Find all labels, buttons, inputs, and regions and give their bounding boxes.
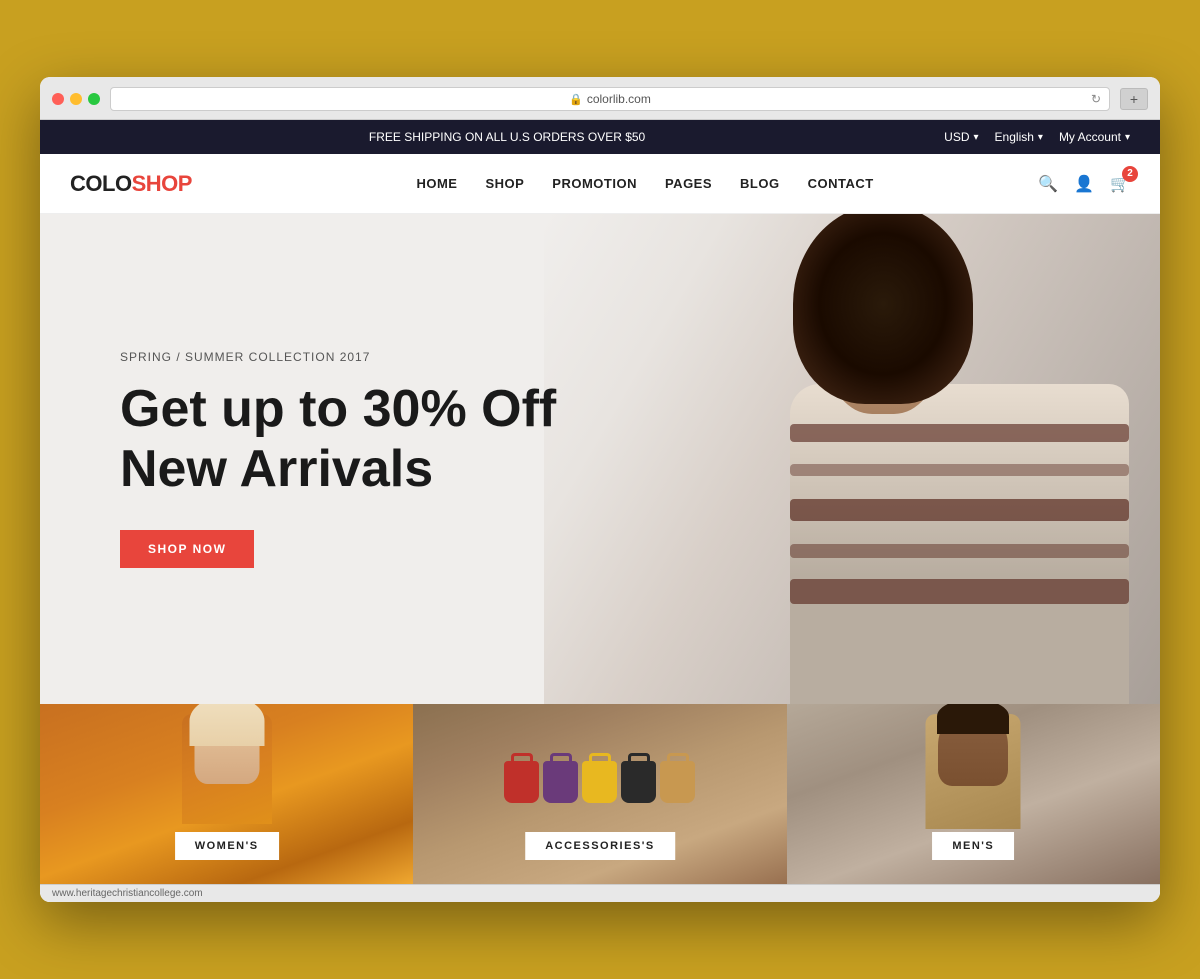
nav-links: HOME SHOP PROMOTION PAGES BLOG CONTACT <box>252 176 1038 191</box>
stripe-5 <box>790 579 1129 604</box>
url-text: colorlib.com <box>587 92 651 106</box>
promo-text: FREE SHIPPING ON ALL U.S ORDERS OVER $50 <box>369 130 645 144</box>
currency-chevron-icon: ▾ <box>974 132 979 143</box>
accessories-label-text: ACCESSORIES'S <box>545 840 655 852</box>
hero-title-line1: Get up to 30% Off <box>120 380 556 438</box>
status-bar: www.heritagechristiancollege.com <box>40 884 1160 902</box>
hero-title: Get up to 30% Off New Arrivals <box>120 380 556 500</box>
womens-hair <box>189 704 264 746</box>
nav-blog[interactable]: BLOG <box>740 176 780 191</box>
logo-colo: COLO <box>70 171 132 196</box>
new-tab-button[interactable]: + <box>1120 88 1148 110</box>
bag-red <box>504 761 539 803</box>
account-menu[interactable]: My Account ▾ <box>1059 130 1130 144</box>
cart-icon[interactable]: 🛒 2 <box>1110 174 1130 194</box>
bag-tan <box>660 761 695 803</box>
top-banner-right: USD ▾ English ▾ My Account ▾ <box>944 130 1130 144</box>
language-chevron-icon: ▾ <box>1038 132 1043 143</box>
main-navigation: COLOSHOP HOME SHOP PROMOTION PAGES BLOG … <box>40 154 1160 214</box>
status-url: www.heritagechristiancollege.com <box>52 888 203 899</box>
address-bar[interactable]: 🔒 colorlib.com ↻ <box>110 87 1110 111</box>
hero-section: SPRING / SUMMER COLLECTION 2017 Get up t… <box>40 214 1160 704</box>
user-icon[interactable]: 👤 <box>1074 174 1094 194</box>
logo-shop: SHOP <box>132 171 192 196</box>
womens-label-text: WOMEN'S <box>195 840 259 852</box>
currency-label: USD <box>944 130 969 144</box>
language-selector[interactable]: English ▾ <box>995 130 1043 144</box>
accessories-label: ACCESSORIES'S <box>525 832 675 860</box>
nav-icons: 🔍 👤 🛒 2 <box>1038 174 1130 194</box>
website-content: FREE SHIPPING ON ALL U.S ORDERS OVER $50… <box>40 120 1160 902</box>
account-chevron-icon: ▾ <box>1125 132 1130 143</box>
stripe-3 <box>790 499 1129 521</box>
categories-section: WOMEN'S ACCESSORIES'S <box>40 704 1160 884</box>
stripe-4 <box>790 544 1129 558</box>
nav-contact[interactable]: CONTACT <box>808 176 874 191</box>
account-label: My Account <box>1059 130 1121 144</box>
stripe-2 <box>790 464 1129 476</box>
nav-home[interactable]: HOME <box>416 176 457 191</box>
language-label: English <box>995 130 1034 144</box>
promo-message: FREE SHIPPING ON ALL U.S ORDERS OVER $50 <box>70 130 944 144</box>
refresh-button[interactable]: ↻ <box>1091 92 1101 106</box>
mens-label: MEN'S <box>932 832 1014 860</box>
hero-image <box>544 214 1160 704</box>
plus-icon: + <box>1130 91 1138 107</box>
traffic-lights <box>52 93 100 105</box>
lock-icon: 🔒 <box>569 93 583 106</box>
browser-chrome: 🔒 colorlib.com ↻ + <box>40 77 1160 120</box>
nav-pages[interactable]: PAGES <box>665 176 712 191</box>
bag-yellow <box>582 761 617 803</box>
hero-model-bg <box>544 214 1160 704</box>
category-mens[interactable]: MEN'S <box>787 704 1160 884</box>
model-body <box>790 384 1129 704</box>
stripe-1 <box>790 424 1129 442</box>
model-hair <box>793 214 973 404</box>
nav-promotion[interactable]: PROMOTION <box>552 176 637 191</box>
category-womens[interactable]: WOMEN'S <box>40 704 413 884</box>
hero-content: SPRING / SUMMER COLLECTION 2017 Get up t… <box>40 350 636 568</box>
maximize-button[interactable] <box>88 93 100 105</box>
currency-selector[interactable]: USD ▾ <box>944 130 978 144</box>
hero-title-line2: New Arrivals <box>120 440 433 498</box>
bag-purple <box>543 761 578 803</box>
search-icon[interactable]: 🔍 <box>1038 174 1058 194</box>
url-display: 🔒 colorlib.com <box>569 92 651 106</box>
cart-badge: 2 <box>1122 166 1138 182</box>
nav-shop[interactable]: SHOP <box>485 176 524 191</box>
minimize-button[interactable] <box>70 93 82 105</box>
top-banner: FREE SHIPPING ON ALL U.S ORDERS OVER $50… <box>40 120 1160 154</box>
close-button[interactable] <box>52 93 64 105</box>
bag-dark <box>621 761 656 803</box>
logo[interactable]: COLOSHOP <box>70 171 192 197</box>
hero-subtitle: SPRING / SUMMER COLLECTION 2017 <box>120 350 556 364</box>
browser-window: 🔒 colorlib.com ↻ + FREE SHIPPING ON ALL … <box>40 77 1160 902</box>
shop-now-button[interactable]: SHOP NOW <box>120 530 254 568</box>
womens-label: WOMEN'S <box>175 832 279 860</box>
mens-label-text: MEN'S <box>952 840 994 852</box>
category-accessories[interactable]: ACCESSORIES'S <box>413 704 786 884</box>
mens-hair <box>937 704 1009 734</box>
